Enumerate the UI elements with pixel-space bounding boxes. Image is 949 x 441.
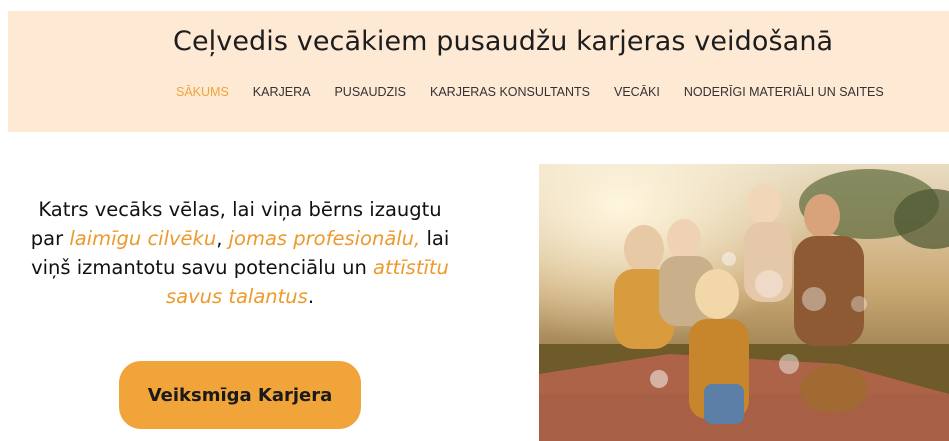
site-header: Ceļvedis vecākiem pusaudžu karjeras veid…: [8, 11, 949, 132]
hero-text: Katrs vecāks vēlas, lai viņa bērns izaug…: [20, 195, 460, 311]
nav-item-pusaudzis[interactable]: PUSAUDZIS: [322, 85, 418, 99]
hero-highlight-professional: jomas profesionālu,: [228, 227, 421, 250]
main-nav: SĀKUMS KARJERA PUSAUDZIS KARJERAS KONSUL…: [164, 85, 896, 99]
site-title: Ceļvedis vecākiem pusaudžu karjeras veid…: [173, 26, 834, 57]
successful-career-button[interactable]: Veiksmīga Karjera: [119, 361, 361, 429]
nav-item-karjeras-konsultants[interactable]: KARJERAS KONSULTANTS: [418, 85, 602, 99]
nav-item-noderigi-materiali[interactable]: NODERĪGI MATERIĀLI UN SAITES: [672, 85, 896, 99]
hero-text-part-4: .: [307, 285, 315, 308]
nav-item-vecaki[interactable]: VECĀKI: [602, 85, 672, 99]
nav-item-sakums[interactable]: SĀKUMS: [164, 85, 241, 99]
nav-item-karjera[interactable]: KARJERA: [241, 85, 323, 99]
hero-text-part-2: ,: [216, 227, 229, 250]
page: Ceļvedis vecākiem pusaudžu karjeras veid…: [0, 0, 949, 441]
family-picnic-photo: [539, 164, 949, 441]
hero-highlight-happy-person: laimīgu cilvēku: [69, 227, 217, 250]
